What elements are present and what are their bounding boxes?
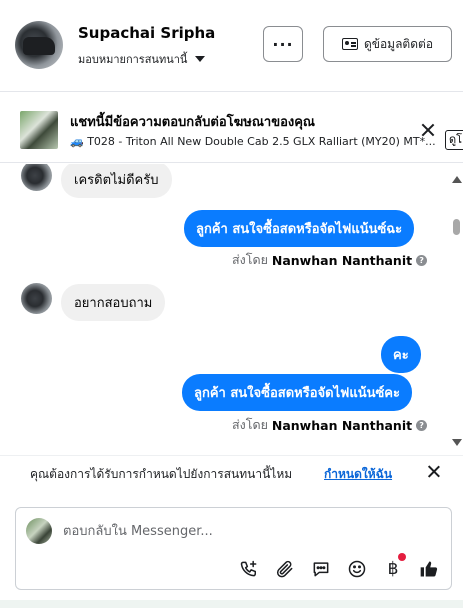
incoming-message[interactable]: อยากสอบถาม xyxy=(61,284,166,321)
assign-reminder-text: คุณต้องการได้รับการกำหนดไปยังการสนทนานี้… xyxy=(30,467,293,481)
more-icon: ··· xyxy=(272,34,294,54)
baht-icon[interactable]: ฿ xyxy=(382,558,404,580)
scrollbar-thumb[interactable] xyxy=(453,219,460,235)
help-icon[interactable]: ? xyxy=(416,419,428,431)
sent-by-name: Nanwhan Nanthanit xyxy=(271,417,413,433)
emoji-icon[interactable] xyxy=(346,558,368,580)
outgoing-message[interactable]: คะ xyxy=(381,336,421,373)
assign-dropdown[interactable]: มอบหมายการสนทนานี้ xyxy=(78,50,206,68)
outgoing-message[interactable]: ลูกค้า สนใจซื้อสดหรือจัดไฟแน้นซ์คะ xyxy=(182,374,412,411)
chat-reply-icon[interactable] xyxy=(310,558,332,580)
phone-add-icon[interactable] xyxy=(238,558,260,580)
caret-down-icon xyxy=(195,56,206,62)
sent-by-prefix: ส่งโดย xyxy=(232,252,268,267)
more-options-button[interactable]: ··· xyxy=(263,26,303,62)
close-reminder-icon[interactable] xyxy=(425,463,443,481)
view-ad-button[interactable]: ดูโ xyxy=(445,130,463,150)
conversation-header: Supachai Sripha มอบหมายการสนทนานี้ ··· ด… xyxy=(0,0,463,92)
page-avatar xyxy=(26,518,52,544)
help-icon[interactable]: ? xyxy=(416,254,428,266)
ad-thumbnail xyxy=(20,111,58,149)
view-contact-info-button[interactable]: ดูข้อมูลติดต่อ xyxy=(323,26,452,62)
sent-by-prefix: ส่งโดย xyxy=(232,417,268,432)
reply-input[interactable] xyxy=(63,520,433,542)
contact-avatar[interactable] xyxy=(15,21,63,69)
sent-by-label: ส่งโดย Nanwhan Nanthanit ? xyxy=(232,415,428,435)
scroll-up-arrow[interactable] xyxy=(452,176,462,183)
assign-label: มอบหมายการสนทนานี้ xyxy=(78,53,188,66)
scroll-down-arrow[interactable] xyxy=(452,439,462,446)
outgoing-message[interactable]: ลูกค้า สนใจซื้อสดหรือจัดไฟแน้นซ์ฉะ xyxy=(184,210,415,247)
assign-reminder-bar: คุณต้องการได้รับการกำหนดไปยังการสนทนานี้… xyxy=(0,455,463,493)
car-icon: 🚙 xyxy=(70,135,84,148)
incoming-message[interactable]: เครดิตไม่ดีครับ xyxy=(61,164,172,198)
thumbs-up-icon[interactable] xyxy=(418,558,440,580)
view-contact-info-label: ดูข้อมูลติดต่อ xyxy=(363,36,434,51)
sent-by-name: Nanwhan Nanthanit xyxy=(271,252,413,268)
message-thread[interactable]: เครดิตไม่ดีครับ ลูกค้า สนใจซื้อสดหรือจัด… xyxy=(0,164,463,454)
paperclip-icon[interactable] xyxy=(274,558,296,580)
ad-banner-subtitle[interactable]: 🚙 T028 - Triton All New Double Cab 2.5 G… xyxy=(70,135,442,148)
contact-name[interactable]: Supachai Sripha xyxy=(78,24,215,42)
ad-name: T028 - Triton All New Double Cab 2.5 GLX… xyxy=(87,135,436,148)
close-ad-banner-icon[interactable] xyxy=(418,120,438,140)
notification-dot xyxy=(398,553,406,561)
contact-card-icon xyxy=(341,38,358,50)
bottom-strip xyxy=(0,600,463,608)
sender-avatar xyxy=(21,283,52,314)
sender-avatar xyxy=(21,164,52,191)
ad-banner-title: แชทนี้มีข้อความตอบกลับต่อโฆษณาของคุณ xyxy=(70,115,315,130)
assign-to-me-link[interactable]: กำหนดให้ฉัน xyxy=(324,465,392,484)
message-composer: ฿ xyxy=(15,507,452,590)
ad-reply-banner: แชทนี้มีข้อความตอบกลับต่อโฆษณาของคุณ 🚙 T… xyxy=(0,93,463,163)
sent-by-label: ส่งโดย Nanwhan Nanthanit ? xyxy=(232,250,428,270)
